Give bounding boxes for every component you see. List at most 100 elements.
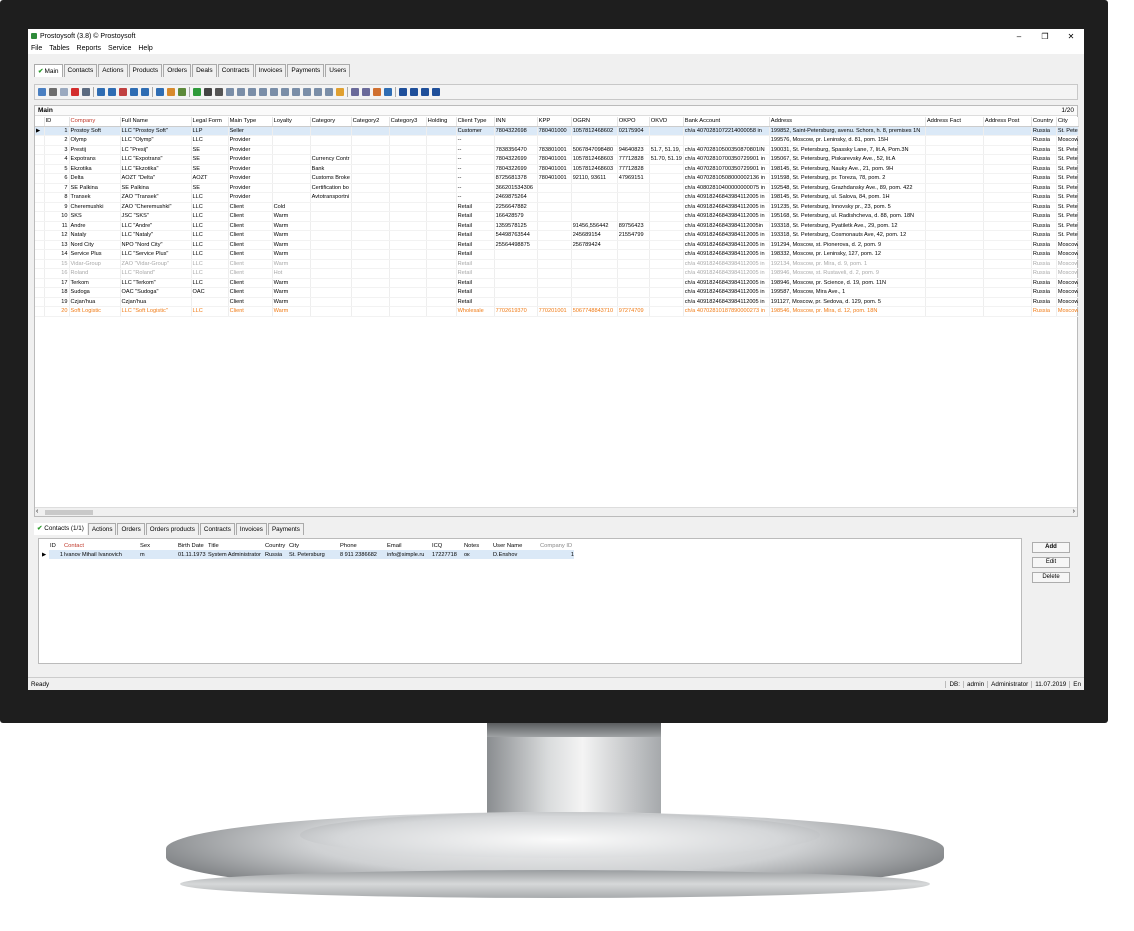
table-cell[interactable] bbox=[925, 135, 984, 146]
table-cell[interactable]: ch/a 40918246843984112005 in bbox=[683, 202, 770, 212]
table-cell[interactable] bbox=[389, 221, 427, 231]
table-cell[interactable]: Soft Logistic bbox=[69, 306, 121, 317]
table-cell[interactable]: Warm bbox=[272, 259, 311, 269]
table-cell[interactable] bbox=[351, 240, 390, 250]
table-cell[interactable]: ch/a 40918246843984112005 in bbox=[683, 230, 770, 241]
table-cell[interactable]: LLC bbox=[191, 240, 229, 250]
table-cell[interactable]: ch/a 40918246843984112005 in bbox=[683, 259, 770, 269]
table-cell[interactable]: Cheremushki bbox=[69, 202, 121, 212]
table-cell[interactable]: 780401001 bbox=[537, 164, 572, 174]
column-header[interactable]: OGRN bbox=[571, 117, 618, 127]
table-cell[interactable]: LLC bbox=[191, 278, 229, 288]
tab-detail-actions[interactable]: Actions bbox=[87, 523, 117, 535]
table-cell[interactable]: SKS bbox=[69, 211, 121, 222]
table-cell[interactable]: LLC bbox=[191, 202, 229, 212]
table-cell[interactable] bbox=[617, 202, 650, 212]
table-cell[interactable]: 5067847098480 bbox=[571, 145, 618, 155]
table-cell[interactable]: 6 bbox=[44, 173, 70, 184]
table-cell[interactable] bbox=[537, 230, 572, 241]
table-cell[interactable]: 91456,556442 bbox=[571, 221, 618, 231]
column-header[interactable]: Notes bbox=[463, 541, 492, 550]
table-cell[interactable] bbox=[925, 211, 984, 222]
table-cell[interactable]: -- bbox=[456, 173, 495, 184]
table-cell[interactable]: 770201001 bbox=[537, 306, 572, 317]
table-cell[interactable] bbox=[983, 192, 1032, 203]
table-cell[interactable] bbox=[683, 135, 770, 146]
table-cell[interactable]: Retail bbox=[456, 259, 495, 269]
table-cell[interactable]: Czjan'hua bbox=[120, 297, 192, 307]
table-cell[interactable]: St. Pete bbox=[1056, 192, 1080, 203]
search-icon[interactable] bbox=[292, 88, 300, 96]
column-header[interactable]: Country bbox=[264, 541, 288, 550]
table-cell[interactable]: ZAO "Cheremushki" bbox=[120, 202, 192, 212]
table-cell[interactable] bbox=[426, 211, 457, 222]
table-row[interactable]: 12 Nataly LLC "Nataly" LLC Client Warm Retail 5… bbox=[35, 230, 1080, 241]
table-cell[interactable]: Warm bbox=[272, 297, 311, 307]
table-cell[interactable]: 51.7, 51.19, bbox=[649, 145, 684, 155]
table-cell[interactable]: Client bbox=[228, 240, 273, 250]
table-cell[interactable]: 4 bbox=[44, 154, 70, 165]
table-cell[interactable]: 77712828 bbox=[617, 154, 650, 165]
table-cell[interactable] bbox=[537, 240, 572, 250]
table-cell[interactable] bbox=[426, 183, 457, 193]
table-cell[interactable]: Czjan'hua bbox=[69, 297, 121, 307]
table-cell[interactable] bbox=[494, 249, 538, 260]
table-cell[interactable] bbox=[537, 249, 572, 260]
grid-icon[interactable] bbox=[82, 88, 90, 96]
table-row[interactable]: 11 Andre LLC "Andre" LLC Client Warm Retail 135… bbox=[35, 221, 1080, 231]
table-cell[interactable] bbox=[617, 211, 650, 222]
table-cell[interactable] bbox=[649, 297, 684, 307]
zoom-out-icon[interactable] bbox=[281, 88, 289, 96]
table-cell[interactable] bbox=[983, 249, 1032, 260]
table-cell[interactable]: Provider bbox=[228, 154, 273, 165]
column-header[interactable]: ID bbox=[49, 541, 63, 550]
table-cell[interactable] bbox=[537, 297, 572, 307]
tab-invoices[interactable]: Invoices bbox=[254, 64, 287, 77]
tab-orders[interactable]: Orders bbox=[163, 64, 192, 77]
table-cell[interactable] bbox=[351, 268, 390, 279]
filter-clear-icon[interactable] bbox=[141, 88, 149, 96]
table-cell[interactable]: Moscow bbox=[1056, 249, 1080, 260]
table-cell[interactable]: LLC "Roland" bbox=[120, 268, 192, 279]
close-button[interactable]: ✕ bbox=[1058, 32, 1084, 41]
table-cell[interactable]: Moscow bbox=[1056, 297, 1080, 307]
table-cell[interactable] bbox=[925, 164, 984, 174]
table-cell[interactable] bbox=[310, 211, 352, 222]
table-cell[interactable] bbox=[389, 135, 427, 146]
table-cell[interactable]: 5 bbox=[44, 164, 70, 174]
column-header[interactable]: Country bbox=[1031, 117, 1057, 127]
table-cell[interactable]: 195067, St. Petersburg, Piskarevsky Ave.… bbox=[769, 154, 926, 165]
table-cell[interactable]: LLC "Ekzotika" bbox=[120, 164, 192, 174]
table-cell[interactable] bbox=[649, 202, 684, 212]
table-cell[interactable] bbox=[571, 259, 618, 269]
table-cell[interactable]: ch/a 40802810400000000075 in bbox=[683, 183, 770, 193]
table-row[interactable]: 13 Nord City NPO "Nord City" LLC Client Warm R… bbox=[35, 240, 1080, 250]
table-cell[interactable]: Moscow bbox=[1056, 240, 1080, 250]
table-cell[interactable] bbox=[351, 278, 390, 288]
table-cell[interactable]: -- bbox=[456, 192, 495, 203]
table-cell[interactable]: ZAO "Vidar-Group" bbox=[120, 259, 192, 269]
table-cell[interactable]: Wholesale bbox=[456, 306, 495, 317]
table-cell[interactable]: Client bbox=[228, 221, 273, 231]
tab-detail-contacts[interactable]: ✔ Contacts (1/1) bbox=[34, 523, 87, 535]
column-header[interactable]: Phone bbox=[339, 541, 386, 550]
table-cell[interactable] bbox=[983, 287, 1032, 298]
table-cell[interactable]: Client bbox=[228, 249, 273, 260]
table-cell[interactable]: Client bbox=[228, 278, 273, 288]
table-cell[interactable] bbox=[617, 192, 650, 203]
table-cell[interactable] bbox=[426, 230, 457, 241]
table-cell[interactable]: 1 bbox=[44, 126, 70, 136]
column-header[interactable]: OKPO bbox=[617, 117, 650, 127]
table-cell[interactable] bbox=[571, 202, 618, 212]
calculator-icon[interactable] bbox=[351, 88, 359, 96]
table-cell[interactable] bbox=[494, 268, 538, 279]
table-row[interactable]: ▶ 1 Prostoy Soft LLC "Prostoy Soft" LLP Selle… bbox=[35, 126, 1080, 136]
scroll-right-icon[interactable]: › bbox=[1073, 508, 1075, 515]
contacts-table[interactable]: ID Contact Sex Birth Date Title Country City Ph… bbox=[41, 541, 574, 559]
table-cell[interactable] bbox=[389, 164, 427, 174]
table-cell[interactable]: 193318, St. Petersburg, Pyatiletk Ave., … bbox=[769, 221, 926, 231]
table-cell[interactable] bbox=[983, 278, 1032, 288]
column-header[interactable]: Category2 bbox=[351, 117, 390, 127]
table-cell[interactable]: Client bbox=[228, 211, 273, 222]
table-cell[interactable]: -- bbox=[456, 154, 495, 165]
